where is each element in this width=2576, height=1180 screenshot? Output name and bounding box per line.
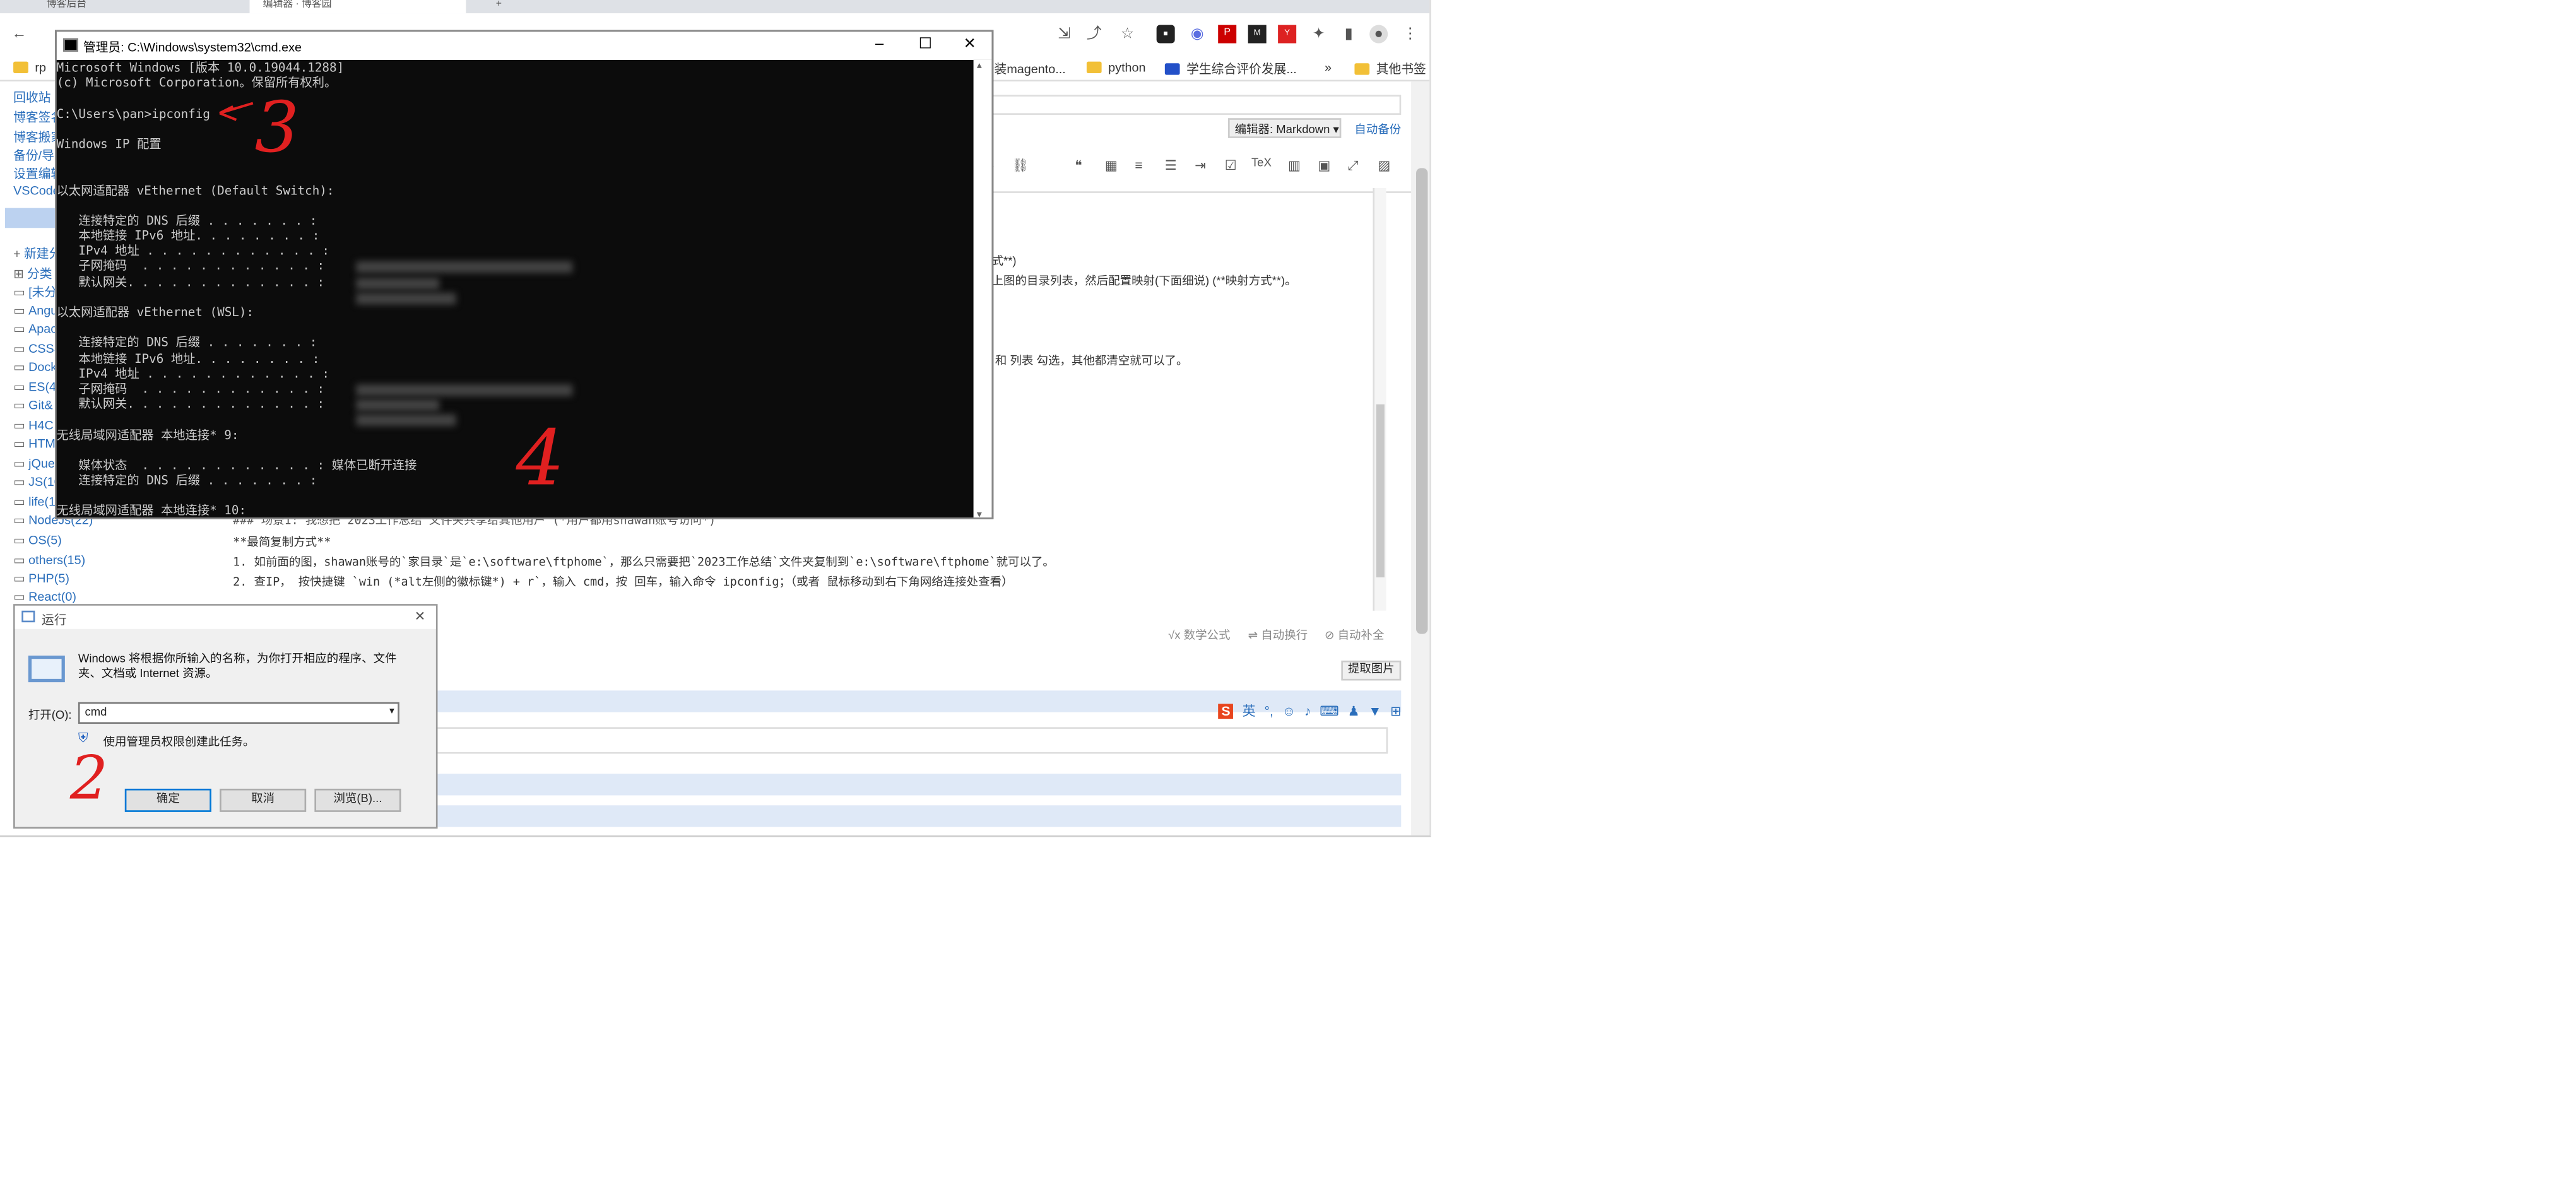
run-input[interactable]: cmd ▾ — [78, 702, 399, 724]
annotation-step-4: 4 — [516, 412, 565, 503]
run-icon — [21, 610, 35, 623]
run-program-icon — [28, 655, 65, 683]
admin-note: 使用管理员权限创建此任务。 — [103, 737, 255, 749]
run-titlebar[interactable]: 运行 ✕ — [15, 605, 436, 629]
close-icon[interactable]: ✕ — [415, 609, 426, 624]
ok-button[interactable]: 确定 — [124, 788, 211, 812]
run-description: Windows 将根据你所输入的名称，为你打开相应的程序、文件夹、文档或 Int… — [78, 654, 397, 681]
open-label: 打开(O): — [28, 710, 72, 723]
run-title: 运行 — [41, 612, 67, 628]
cancel-button[interactable]: 取消 — [220, 788, 307, 812]
shield-icon: ⛨ — [78, 730, 88, 746]
annotation-step-2: 2 — [69, 745, 109, 814]
annotation-step-3: 3 — [254, 86, 299, 168]
chevron-down-icon[interactable]: ▾ — [389, 705, 394, 717]
browse-button[interactable]: 浏览(B)... — [314, 788, 401, 812]
arrow-annotation — [219, 102, 254, 121]
screen: 博客后台 编辑器 · 博客园 + ← ⇲ ⤴ ☆ ▪ ◉ P M Y ✦ ▮ ●… — [0, 0, 2576, 1180]
